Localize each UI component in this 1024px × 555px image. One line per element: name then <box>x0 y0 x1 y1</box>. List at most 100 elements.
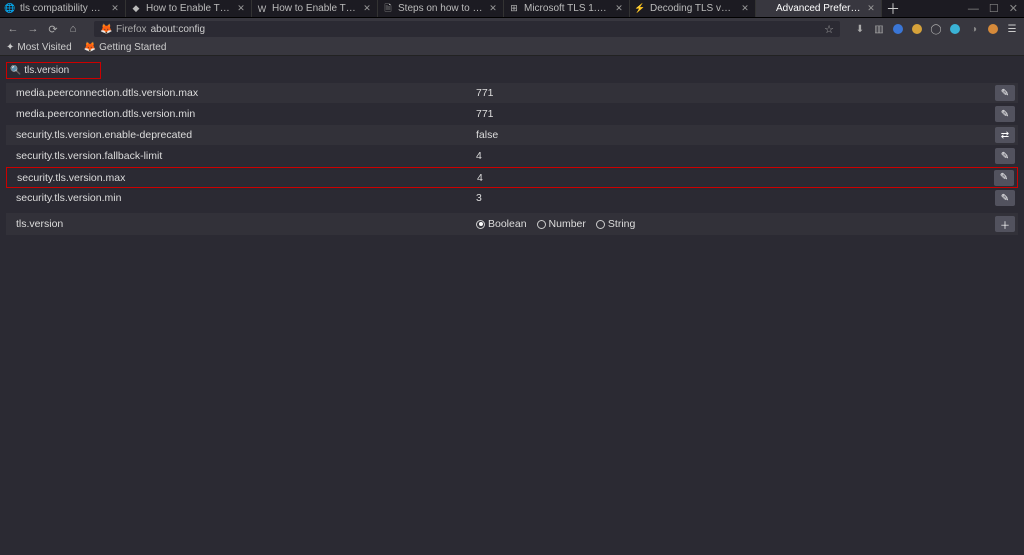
pref-row[interactable]: media.peerconnection.dtls.version.max771… <box>6 83 1018 104</box>
radio-dot-icon <box>596 220 605 229</box>
ext-icon-5[interactable] <box>987 23 999 35</box>
downloads-icon[interactable]: ⬇ <box>854 23 866 35</box>
type-radio-boolean[interactable]: Boolean <box>476 218 527 230</box>
pref-action-cell: ✎ <box>992 106 1018 122</box>
forward-button[interactable]: → <box>26 23 40 35</box>
tab-favicon: 🗎 <box>382 3 394 15</box>
tab-favicon: ⚡ <box>634 3 646 15</box>
new-tab-button[interactable]: ＋ <box>882 0 904 18</box>
tab-label: Decoding TLS v1.2 protocol H... <box>650 3 736 14</box>
pref-row[interactable]: media.peerconnection.dtls.version.min771… <box>6 104 1018 125</box>
tab-label: How to Enable TLS 1.3 in Win... <box>272 3 358 14</box>
tab-label: Microsoft TLS 1.3 Support Ref... <box>524 3 610 14</box>
pref-name: security.tls.version.fallback-limit <box>6 150 476 162</box>
window-maximize-button[interactable]: ☐ <box>989 2 999 15</box>
tab-3[interactable]: 🗎 Steps on how to enable TLS 1...✕ <box>378 0 504 17</box>
tab-2[interactable]: W How to Enable TLS 1.3 in Win...✕ <box>252 0 378 17</box>
edit-button[interactable]: ✎ <box>995 85 1015 101</box>
menu-icon[interactable]: ☰ <box>1006 23 1018 35</box>
tab-label: How to Enable TLS 1.3 in Chr... <box>146 3 232 14</box>
radio-dot-icon <box>476 220 485 229</box>
radio-label: Number <box>549 218 586 230</box>
new-pref-row: tls.version Boolean Number String ＋ <box>6 213 1018 235</box>
edit-button[interactable]: ✎ <box>995 148 1015 164</box>
ext-icon-4[interactable]: ◑ <box>968 23 980 35</box>
window-close-button[interactable]: ✕ <box>1009 2 1018 15</box>
pref-row[interactable]: security.tls.version.enable-deprecatedfa… <box>6 125 1018 146</box>
search-value: tls.version <box>24 65 69 76</box>
tab-strip: 🌐tls compatibility matrix - Go...✕ ◆ How t… <box>0 0 1024 18</box>
bookmark-0[interactable]: ✦Most Visited <box>6 42 72 53</box>
tab-close-icon[interactable]: ✕ <box>361 3 373 15</box>
pref-action-cell: ✎ <box>992 85 1018 101</box>
pref-action-cell: ✎ <box>991 170 1017 186</box>
shield-icon: 🦊 <box>100 24 112 35</box>
edit-button[interactable]: ✎ <box>995 190 1015 206</box>
back-button[interactable]: ← <box>6 23 20 35</box>
tab-close-icon[interactable]: ✕ <box>487 3 499 15</box>
url-bar[interactable]: 🦊 Firefox about:config ☆ <box>94 21 840 37</box>
tab-favicon <box>760 3 772 15</box>
identity-label: Firefox <box>116 24 147 35</box>
pref-row[interactable]: security.tls.version.min3✎ <box>6 188 1018 209</box>
pref-value: false <box>476 129 992 141</box>
bookmarks-bar: ✦Most Visited 🦊Getting Started <box>0 40 1024 56</box>
pref-value: 771 <box>476 108 992 120</box>
tab-5[interactable]: ⚡ Decoding TLS v1.2 protocol H...✕ <box>630 0 756 17</box>
pref-value: 3 <box>476 192 992 204</box>
tab-close-icon[interactable]: ✕ <box>865 3 877 15</box>
pref-value: 4 <box>477 172 991 184</box>
bookmark-1[interactable]: 🦊Getting Started <box>84 42 167 53</box>
tab-0[interactable]: 🌐tls compatibility matrix - Go...✕ <box>0 0 126 17</box>
radio-label: Boolean <box>488 218 527 230</box>
bookmark-label: Most Visited <box>17 42 71 53</box>
radio-label: String <box>608 218 635 230</box>
home-button[interactable]: ⌂ <box>66 23 80 35</box>
edit-button[interactable]: ✎ <box>994 170 1014 186</box>
tab-1[interactable]: ◆ How to Enable TLS 1.3 in Chr...✕ <box>126 0 252 17</box>
tab-label: Steps on how to enable TLS 1... <box>398 3 484 14</box>
tab-label: tls compatibility matrix - Go... <box>20 3 106 14</box>
new-pref-name: tls.version <box>6 218 476 230</box>
account-icon[interactable]: ◯ <box>930 23 942 35</box>
ext-icon-1[interactable] <box>892 23 904 35</box>
pref-name: security.tls.version.min <box>6 192 476 204</box>
tab-close-icon[interactable]: ✕ <box>109 3 121 15</box>
pref-row[interactable]: security.tls.version.fallback-limit4✎ <box>6 146 1018 167</box>
pref-name: security.tls.version.max <box>7 172 477 184</box>
tab-close-icon[interactable]: ✕ <box>739 3 751 15</box>
search-icon: 🔍 <box>10 65 21 76</box>
pref-name: security.tls.version.enable-deprecated <box>6 129 476 141</box>
bookmark-label: Getting Started <box>99 42 166 53</box>
tab-label: Advanced Preferences <box>776 3 862 14</box>
pref-action-cell: ✎ <box>992 148 1018 164</box>
ext-icon-2[interactable] <box>911 23 923 35</box>
bookmark-star-icon[interactable]: ☆ <box>824 23 834 36</box>
new-pref-action-cell: ＋ <box>992 216 1018 232</box>
pref-row[interactable]: security.tls.version.max4✎ <box>6 167 1018 188</box>
tab-close-icon[interactable]: ✕ <box>613 3 625 15</box>
type-radio-string[interactable]: String <box>596 218 635 230</box>
library-icon[interactable]: ▥ <box>873 23 885 35</box>
type-radio-number[interactable]: Number <box>537 218 586 230</box>
toggle-button[interactable]: ⇄ <box>995 127 1015 143</box>
reload-button[interactable]: ⟳ <box>46 23 60 36</box>
pref-value: 771 <box>476 87 992 99</box>
pref-action-cell: ⇄ <box>992 127 1018 143</box>
tab-6[interactable]: Advanced Preferences✕ <box>756 0 882 17</box>
tab-4[interactable]: ⊞Microsoft TLS 1.3 Support Ref...✕ <box>504 0 630 17</box>
nav-toolbar: ← → ⟳ ⌂ 🦊 Firefox about:config ☆ ⬇ ▥ ◯ ◑… <box>0 18 1024 40</box>
window-minimize-button[interactable]: — <box>968 3 979 15</box>
bookmark-icon: 🦊 <box>84 42 96 53</box>
ext-icon-3[interactable] <box>949 23 961 35</box>
bookmark-icon: ✦ <box>6 42 14 53</box>
pref-value: 4 <box>476 150 992 162</box>
url-text: about:config <box>151 24 825 35</box>
tab-favicon: ◆ <box>130 3 142 15</box>
edit-button[interactable]: ✎ <box>995 106 1015 122</box>
pref-search-input[interactable]: 🔍 tls.version <box>6 62 101 79</box>
tab-close-icon[interactable]: ✕ <box>235 3 247 15</box>
tab-favicon: W <box>256 3 268 15</box>
radio-dot-icon <box>537 220 546 229</box>
add-button[interactable]: ＋ <box>995 216 1015 232</box>
